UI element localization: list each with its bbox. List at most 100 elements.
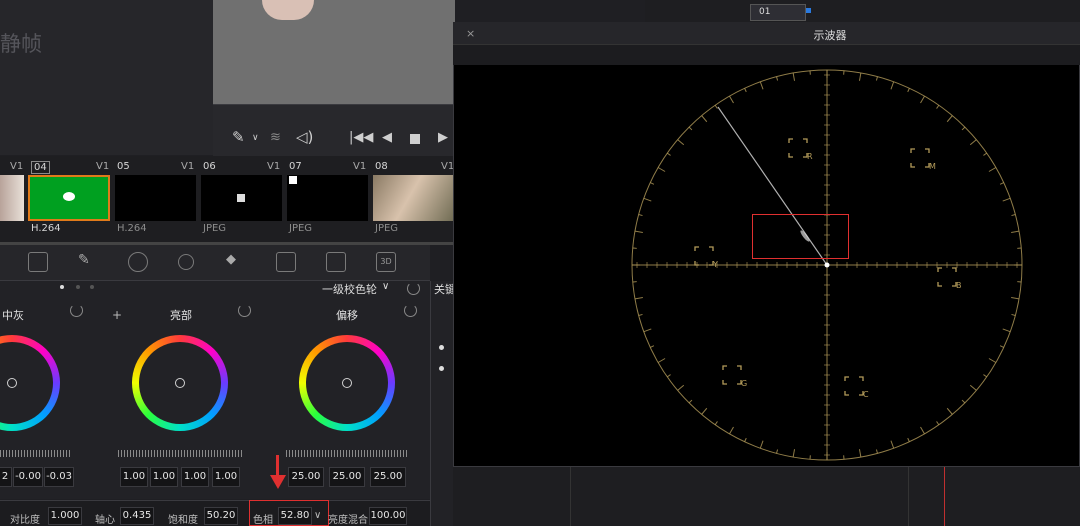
- window-icon[interactable]: [128, 252, 148, 272]
- scope-tick: [999, 182, 1004, 185]
- scope-tick: [1002, 328, 1011, 333]
- gain-g-value[interactable]: 1.00: [181, 467, 209, 487]
- scope-toolbar: [453, 45, 1080, 65]
- audio-icon[interactable]: ◁): [296, 130, 313, 145]
- clip-thumb-07[interactable]: [287, 175, 368, 221]
- scope-tick: [1011, 313, 1016, 316]
- contrast-field[interactable]: 1.000: [48, 507, 82, 525]
- node-label: 01: [759, 7, 771, 17]
- tracker-icon[interactable]: [178, 254, 194, 270]
- 3d-icon[interactable]: 3D: [376, 252, 396, 272]
- page-dot-active[interactable]: [60, 285, 64, 289]
- picker-dropdown-icon[interactable]: ∨: [252, 131, 259, 146]
- lum-mix-field[interactable]: 100.00: [369, 507, 407, 525]
- blur-icon[interactable]: ◆: [226, 252, 246, 272]
- sizing-icon[interactable]: [326, 252, 346, 272]
- reset-gain-icon[interactable]: [238, 304, 251, 317]
- scope-tick: [666, 374, 671, 378]
- timeline-area: [453, 467, 1080, 526]
- close-icon[interactable]: ×: [466, 27, 475, 40]
- scope-tick: [961, 126, 966, 131]
- pivot-field[interactable]: 0.435: [120, 507, 154, 525]
- playhead[interactable]: [944, 467, 945, 526]
- scope-tick: [729, 95, 734, 104]
- viewer-preview: [213, 0, 455, 104]
- gamma-master-slider[interactable]: [0, 450, 72, 457]
- skip-start-icon[interactable]: |◀◀: [349, 130, 373, 145]
- clip-track: V1: [353, 161, 367, 172]
- reset-all-icon[interactable]: [407, 282, 420, 295]
- scope-tick: [1011, 296, 1020, 300]
- gamma-r-value[interactable]: -0.00: [13, 467, 43, 487]
- scope-tick: [688, 126, 693, 131]
- curves-icon[interactable]: [28, 252, 48, 272]
- reset-gamma-icon[interactable]: [70, 304, 83, 317]
- gamma-g-value[interactable]: -0.03: [44, 467, 74, 487]
- gain-master-slider[interactable]: [118, 450, 242, 457]
- wheel-title-gain: 亮部: [170, 309, 192, 322]
- clip-thumb-04[interactable]: [28, 175, 110, 221]
- clip-track: V1: [267, 161, 281, 172]
- clip-number: 06: [203, 161, 216, 172]
- keyframe-dot[interactable]: [439, 345, 444, 350]
- scope-target-B: [937, 267, 957, 287]
- scope-target-label: M: [929, 162, 936, 171]
- scope-tick: [1011, 230, 1020, 234]
- offset-g-value[interactable]: 25.00: [329, 467, 365, 487]
- keyframes-tab[interactable]: 关键: [434, 281, 454, 297]
- gamma-y-value[interactable]: 2: [0, 467, 12, 487]
- clip-codec: H.264: [31, 223, 61, 234]
- scope-tick: [643, 197, 652, 202]
- clip-track: V1: [181, 161, 195, 172]
- step-back-icon[interactable]: ◀: [382, 130, 392, 145]
- keyframe-dot[interactable]: [439, 366, 444, 371]
- scope-tick: [875, 76, 878, 81]
- scope-tick: [638, 313, 643, 316]
- scope-tick: [983, 152, 988, 156]
- gain-b-value[interactable]: 1.00: [212, 467, 240, 487]
- stop-icon[interactable]: [410, 134, 420, 144]
- scope-tick: [759, 440, 764, 449]
- page-dot[interactable]: [76, 285, 80, 289]
- gain-wheel[interactable]: [132, 335, 228, 431]
- hue-field[interactable]: 52.80: [278, 507, 312, 525]
- hue-dropdown-icon[interactable]: ∨: [314, 510, 321, 521]
- clip-number: 07: [289, 161, 302, 172]
- scope-tick: [677, 384, 685, 391]
- offset-master-slider[interactable]: [286, 450, 408, 457]
- node-editor: [645, 0, 1080, 22]
- reset-offset-icon[interactable]: [404, 304, 417, 317]
- scope-tick: [792, 449, 796, 458]
- saturation-field[interactable]: 50.20: [204, 507, 238, 525]
- offset-r-value[interactable]: 25.00: [288, 467, 324, 487]
- picker-icon[interactable]: ✎: [232, 130, 245, 145]
- clip-thumb-05[interactable]: [115, 175, 196, 221]
- annotation-arrow-shaft: [276, 455, 279, 477]
- scope-target-label: R: [807, 152, 813, 161]
- crosshair-icon[interactable]: +: [112, 308, 122, 322]
- page-dot[interactable]: [90, 285, 94, 289]
- gain-r-value[interactable]: 1.00: [150, 467, 178, 487]
- scope-tick: [920, 95, 925, 104]
- gain-y-value[interactable]: 1.00: [120, 467, 148, 487]
- scope-title: 示波器: [813, 29, 847, 42]
- play-icon[interactable]: ▶: [438, 130, 448, 145]
- clip-thumb-03[interactable]: [0, 175, 24, 221]
- scope-tick: [1011, 214, 1016, 217]
- clip-thumb-06[interactable]: [201, 175, 282, 221]
- wheel-title-offset: 偏移: [336, 309, 358, 322]
- scope-target-label: B: [956, 281, 962, 290]
- wheel-title-gamma: 中灰: [2, 309, 24, 322]
- clip-codec: JPEG: [375, 223, 399, 234]
- node-01[interactable]: 01: [750, 4, 806, 21]
- clip-thumb-08[interactable]: [373, 175, 455, 221]
- wheel-mode-select[interactable]: 一级校色轮: [322, 281, 377, 297]
- offset-wheel[interactable]: [299, 335, 395, 431]
- qualifier-icon[interactable]: ✎: [78, 252, 98, 272]
- key-icon[interactable]: [276, 252, 296, 272]
- node-output-port[interactable]: [806, 8, 811, 13]
- offset-b-value[interactable]: 25.00: [370, 467, 406, 487]
- chevron-down-icon[interactable]: ∨: [382, 281, 389, 292]
- layers-icon[interactable]: ≋: [270, 130, 281, 145]
- lum-mix-label: 亮度混合: [328, 515, 368, 526]
